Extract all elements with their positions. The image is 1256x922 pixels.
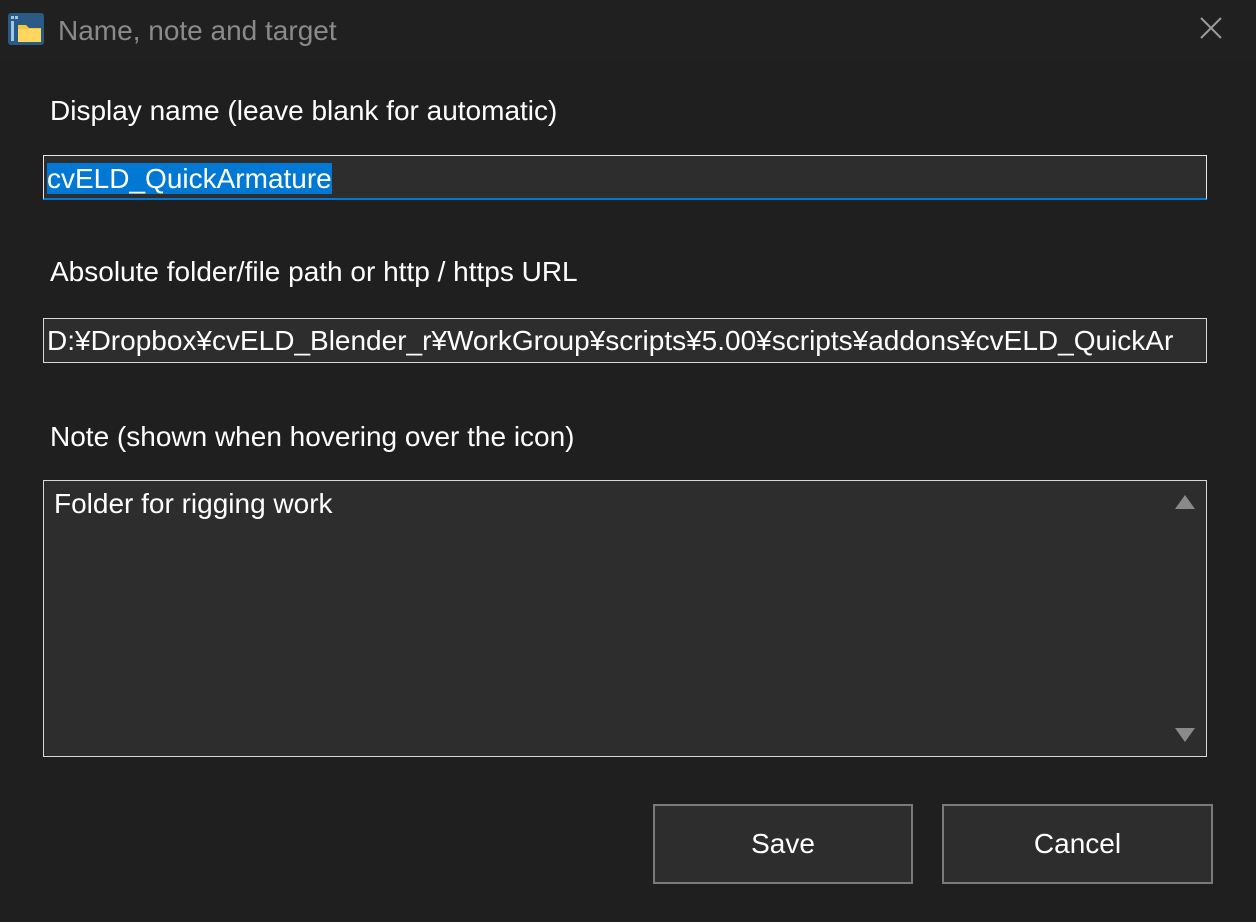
path-input[interactable]: D:¥Dropbox¥cvELD_Blender_r¥WorkGroup¥scr… <box>43 318 1207 363</box>
note-scrollbar[interactable] <box>1164 481 1206 756</box>
note-label: Note (shown when hovering over the icon) <box>50 421 575 452</box>
cancel-button-label: Cancel <box>1033 828 1122 859</box>
title-bar[interactable]: Name, note and target <box>0 0 1256 60</box>
path-label: Absolute folder/file path or http / http… <box>50 256 578 287</box>
display-name-label: Display name (leave blank for automatic) <box>50 95 558 126</box>
cancel-button[interactable]: Cancel <box>942 804 1213 884</box>
note-value: Folder for rigging work <box>54 488 333 519</box>
close-button[interactable] <box>1184 4 1238 56</box>
scroll-up-arrow-icon[interactable] <box>1174 493 1196 511</box>
note-textarea[interactable]: Folder for rigging work <box>43 480 1207 757</box>
scroll-down-arrow-icon[interactable] <box>1174 726 1196 744</box>
save-button[interactable]: Save <box>653 804 913 884</box>
save-button-label: Save <box>751 828 815 859</box>
dialog-content: Display name (leave blank for automatic)… <box>0 60 1256 918</box>
display-name-input[interactable]: cvELD_QuickArmature <box>43 155 1207 200</box>
display-name-value: cvELD_QuickArmature <box>47 163 332 194</box>
dialog-window: Name, note and target Display name (leav… <box>0 0 1256 922</box>
path-value: D:¥Dropbox¥cvELD_Blender_r¥WorkGroup¥scr… <box>47 325 1174 356</box>
close-icon <box>1200 16 1222 44</box>
folder-app-icon <box>8 13 44 45</box>
window-title: Name, note and target <box>58 15 337 46</box>
